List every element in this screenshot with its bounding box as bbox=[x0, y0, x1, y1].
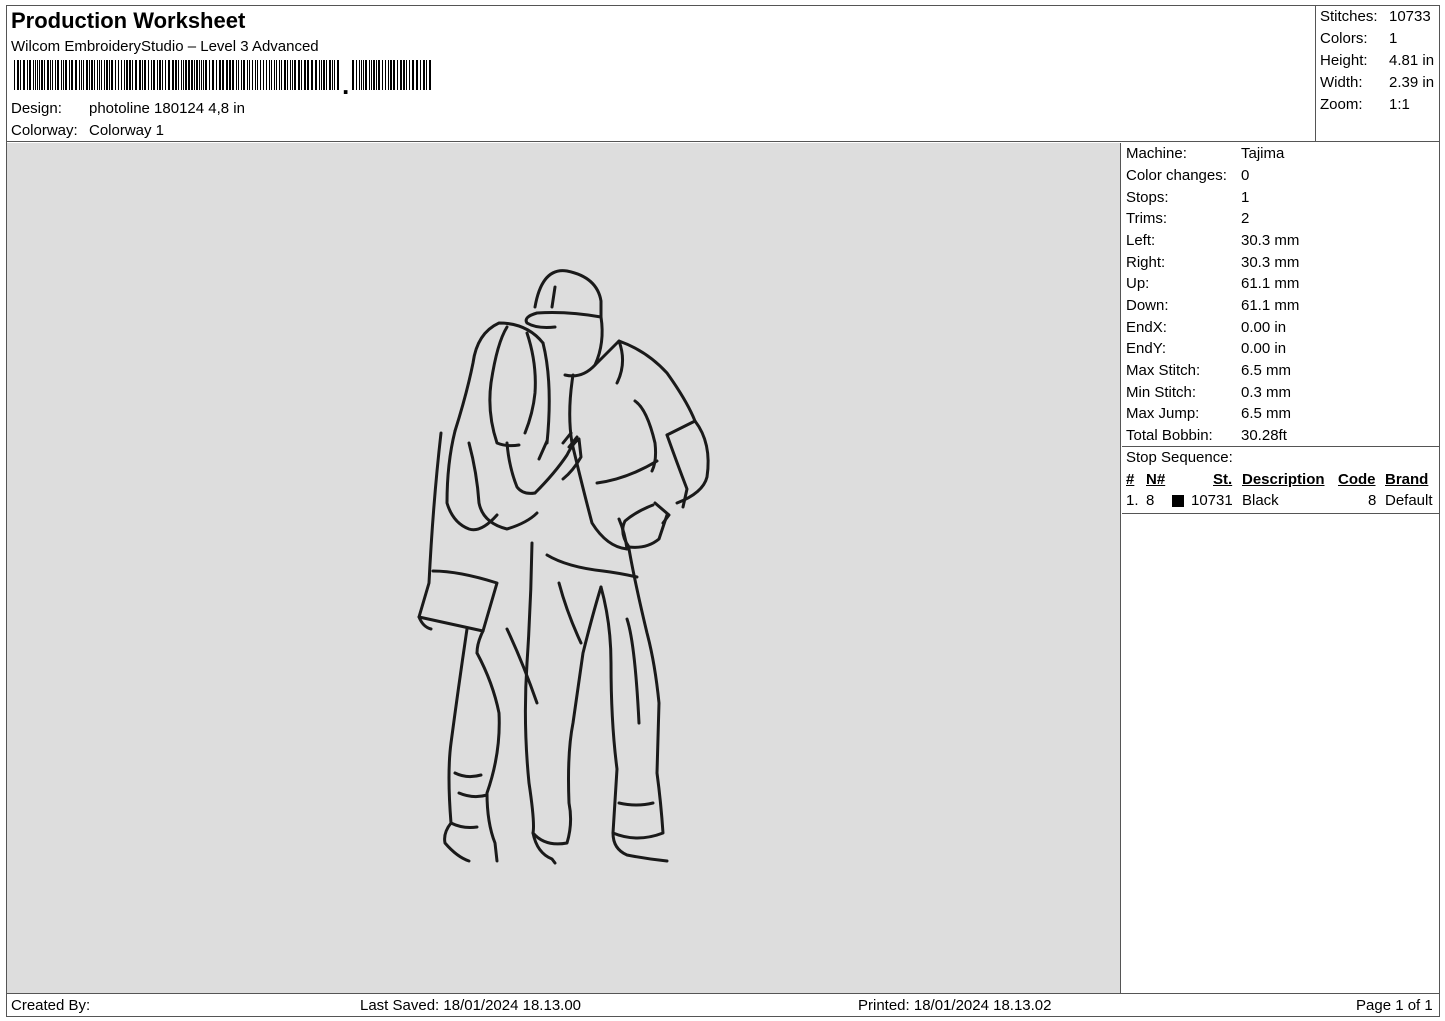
row-description: Black bbox=[1242, 492, 1279, 509]
zoom-value: 1:1 bbox=[1389, 96, 1410, 113]
stops-label: Stops: bbox=[1126, 189, 1169, 206]
min-stitch-label: Min Stitch: bbox=[1126, 384, 1197, 401]
svg-text:,: , bbox=[342, 70, 349, 94]
left-row: Left: 30.3 mm bbox=[1126, 232, 1299, 249]
max-stitch-label: Max Stitch: bbox=[1126, 362, 1201, 379]
up-row: Up: 61.1 mm bbox=[1126, 275, 1299, 292]
barcode: , bbox=[14, 60, 431, 94]
total-bobbin-label: Total Bobbin: bbox=[1126, 427, 1213, 444]
embroidery-line-drawing bbox=[417, 269, 710, 865]
row-needle: 8 bbox=[1146, 492, 1155, 509]
row-brand: Default bbox=[1385, 492, 1433, 509]
down-value: 61.1 mm bbox=[1241, 297, 1300, 314]
design-row: Design: photoline 180124 4,8 in bbox=[11, 100, 245, 117]
zoom-row: Zoom: 1:1 bbox=[1320, 96, 1410, 113]
printed-date: Printed: 18/01/2024 18.13.02 bbox=[858, 997, 1052, 1014]
width-label: Width: bbox=[1320, 74, 1363, 91]
machine-label: Machine: bbox=[1126, 145, 1187, 162]
left-label: Left: bbox=[1126, 232, 1156, 249]
header: Production Worksheet Wilcom EmbroiderySt… bbox=[7, 6, 1315, 142]
page-title: Production Worksheet bbox=[11, 8, 246, 33]
min-stitch-value: 0.3 mm bbox=[1241, 384, 1292, 401]
endx-value: 0.00 in bbox=[1241, 319, 1287, 336]
summary-box: Stitches: 10733 Colors: 1 Height: 4.81 in W… bbox=[1315, 6, 1440, 142]
col-needle: N# bbox=[1146, 471, 1166, 488]
endy-row: EndY: 0.00 in bbox=[1126, 340, 1286, 357]
color-changes-value: 0 bbox=[1241, 167, 1250, 184]
col-index: # bbox=[1126, 471, 1135, 488]
machine-value: Tajima bbox=[1241, 145, 1285, 162]
color-swatch bbox=[1172, 495, 1184, 507]
up-label: Up: bbox=[1126, 275, 1150, 292]
colorway-row: Colorway: Colorway 1 bbox=[11, 122, 164, 139]
created-by: Created By: bbox=[11, 997, 91, 1014]
trims-value: 2 bbox=[1241, 210, 1250, 227]
max-jump-row: Max Jump: 6.5 mm bbox=[1126, 405, 1291, 422]
colors-row: Colors: 1 bbox=[1320, 30, 1397, 47]
row-stitches: 10731 bbox=[1191, 492, 1233, 509]
total-bobbin-value: 30.28ft bbox=[1241, 427, 1287, 444]
col-code: Code bbox=[1338, 471, 1376, 488]
colorway-label: Colorway: bbox=[11, 122, 78, 139]
height-label: Height: bbox=[1320, 52, 1368, 69]
stitches-label: Stitches: bbox=[1320, 8, 1378, 25]
worksheet: Production Worksheet Wilcom EmbroiderySt… bbox=[6, 5, 1440, 1017]
down-row: Down: 61.1 mm bbox=[1126, 297, 1299, 314]
min-stitch-row: Min Stitch: 0.3 mm bbox=[1126, 384, 1291, 401]
stops-value: 1 bbox=[1241, 189, 1250, 206]
endx-label: EndX: bbox=[1126, 319, 1167, 336]
colors-label: Colors: bbox=[1320, 30, 1368, 47]
stop-sequence-title: Stop Sequence: bbox=[1126, 449, 1233, 466]
height-value: 4.81 in bbox=[1389, 52, 1435, 69]
page-number: Page 1 of 1 bbox=[1356, 997, 1433, 1014]
right-value: 30.3 mm bbox=[1241, 254, 1300, 271]
max-stitch-value: 6.5 mm bbox=[1241, 362, 1292, 379]
right-row: Right: 30.3 mm bbox=[1126, 254, 1299, 271]
design-label: Design: bbox=[11, 100, 62, 117]
width-value: 2.39 in bbox=[1389, 74, 1435, 91]
footer: Created By: Last Saved: 18/01/2024 18.13… bbox=[7, 993, 1440, 1017]
col-stitches: St. bbox=[1213, 471, 1233, 488]
row-code: 8 bbox=[1368, 492, 1377, 509]
software-name: Wilcom EmbroideryStudio – Level 3 Advanc… bbox=[11, 38, 319, 55]
zoom-label: Zoom: bbox=[1320, 96, 1363, 113]
right-label: Right: bbox=[1126, 254, 1166, 271]
color-changes-row: Color changes: 0 bbox=[1126, 167, 1249, 184]
design-preview bbox=[7, 143, 1121, 993]
max-stitch-row: Max Stitch: 6.5 mm bbox=[1126, 362, 1291, 379]
row-index: 1. bbox=[1126, 492, 1139, 509]
last-saved: Last Saved: 18/01/2024 18.13.00 bbox=[360, 997, 582, 1014]
stitches-value: 10733 bbox=[1389, 8, 1431, 25]
up-value: 61.1 mm bbox=[1241, 275, 1300, 292]
max-jump-value: 6.5 mm bbox=[1241, 405, 1292, 422]
color-changes-label: Color changes: bbox=[1126, 167, 1227, 184]
width-row: Width: 2.39 in bbox=[1320, 74, 1434, 91]
machine-row: Machine: Tajima bbox=[1126, 145, 1284, 162]
max-jump-label: Max Jump: bbox=[1126, 405, 1200, 422]
endy-value: 0.00 in bbox=[1241, 340, 1287, 357]
down-label: Down: bbox=[1126, 297, 1169, 314]
design-value: photoline 180124 4,8 in bbox=[89, 100, 245, 117]
col-description: Description bbox=[1242, 471, 1325, 488]
trims-label: Trims: bbox=[1126, 210, 1168, 227]
left-value: 30.3 mm bbox=[1241, 232, 1300, 249]
endx-row: EndX: 0.00 in bbox=[1126, 319, 1286, 336]
height-row: Height: 4.81 in bbox=[1320, 52, 1434, 69]
stops-row: Stops: 1 bbox=[1126, 189, 1249, 206]
colorway-value: Colorway 1 bbox=[89, 122, 165, 139]
colors-value: 1 bbox=[1389, 30, 1398, 47]
divider bbox=[1122, 446, 1440, 447]
machine-info-panel: Machine: Tajima Color changes: 0 Stops: 1 T… bbox=[1122, 143, 1440, 993]
endy-label: EndY: bbox=[1126, 340, 1167, 357]
col-brand: Brand bbox=[1385, 471, 1429, 488]
trims-row: Trims: 2 bbox=[1126, 210, 1249, 227]
divider bbox=[1122, 513, 1440, 514]
total-bobbin-row: Total Bobbin: 30.28ft bbox=[1126, 427, 1287, 444]
stitches-row: Stitches: 10733 bbox=[1320, 8, 1431, 25]
